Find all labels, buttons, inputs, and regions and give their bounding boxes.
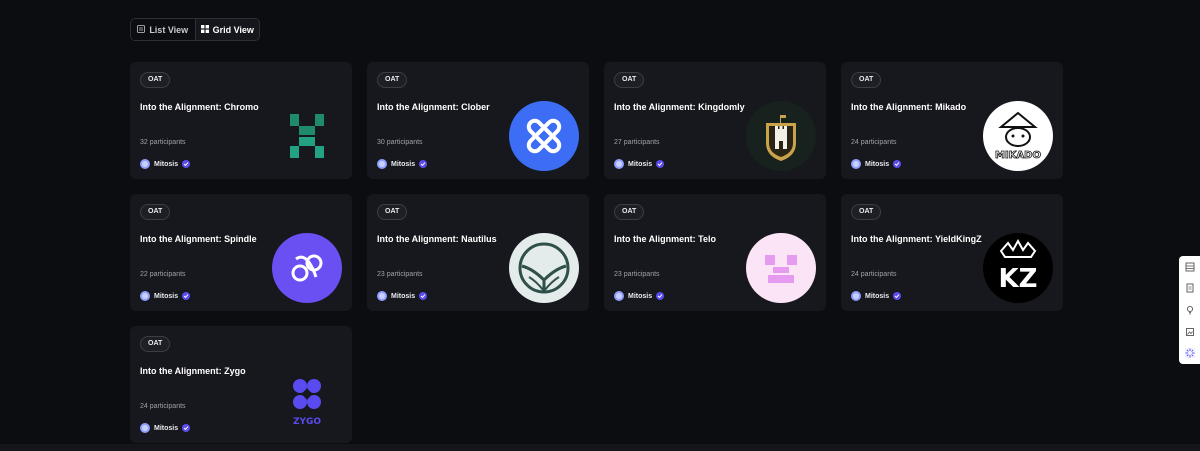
card-title: Into the Alignment: YieldKingZ bbox=[851, 234, 982, 244]
organizer-name: Mitosis bbox=[628, 160, 653, 168]
telo-logo bbox=[746, 233, 816, 303]
oat-badge: OAT bbox=[140, 72, 171, 88]
oat-badge: OAT bbox=[614, 72, 645, 88]
card-title: Into the Alignment: Clober bbox=[377, 102, 490, 112]
svg-text:ZYGO: ZYGO bbox=[293, 417, 321, 427]
image-edit-icon[interactable] bbox=[1185, 327, 1195, 337]
view-toggle: List View Grid View bbox=[130, 18, 260, 41]
side-toolbar bbox=[1179, 256, 1200, 364]
list-icon bbox=[137, 24, 146, 35]
oat-badge: OAT bbox=[851, 72, 882, 88]
participants-count: 23 participants bbox=[377, 271, 423, 278]
grid-view-button[interactable]: Grid View bbox=[194, 19, 259, 40]
organizer-name: Mitosis bbox=[154, 424, 179, 432]
campaign-card[interactable]: OAT Into the Alignment: YieldKingZ 24 pa… bbox=[841, 194, 1063, 311]
participants-count: 24 participants bbox=[140, 403, 186, 410]
mitosis-avatar bbox=[614, 159, 624, 169]
kingdomly-logo bbox=[746, 101, 816, 171]
organizer[interactable]: Mitosis bbox=[377, 291, 428, 301]
campaign-card[interactable]: OAT Into the Alignment: Kingdomly 27 par… bbox=[604, 62, 826, 179]
card-title: Into the Alignment: Spindle bbox=[140, 234, 257, 244]
table-icon[interactable] bbox=[1185, 262, 1195, 272]
yieldkingz-logo: KZ bbox=[983, 233, 1053, 303]
oat-badge: OAT bbox=[377, 204, 408, 220]
organizer-name: Mitosis bbox=[865, 292, 890, 300]
verified-icon bbox=[419, 160, 428, 168]
verified-icon bbox=[182, 160, 191, 168]
organizer[interactable]: Mitosis bbox=[614, 159, 665, 169]
participants-count: 22 participants bbox=[140, 271, 186, 278]
organizer-name: Mitosis bbox=[391, 292, 416, 300]
organizer[interactable]: Mitosis bbox=[851, 291, 902, 301]
verified-icon bbox=[656, 160, 665, 168]
oat-badge: OAT bbox=[140, 204, 171, 220]
card-title: Into the Alignment: Zygo bbox=[140, 366, 246, 376]
organizer-name: Mitosis bbox=[628, 292, 653, 300]
svg-text:MIKADO: MIKADO bbox=[995, 150, 1041, 161]
grid-view-label: Grid View bbox=[212, 24, 254, 35]
participants-count: 23 participants bbox=[614, 271, 660, 278]
card-title: Into the Alignment: Chromo bbox=[140, 102, 259, 112]
organizer[interactable]: Mitosis bbox=[851, 159, 902, 169]
list-view-button[interactable]: List View bbox=[131, 19, 195, 40]
card-title: Into the Alignment: Nautilus bbox=[377, 234, 497, 244]
campaign-card[interactable]: OAT Into the Alignment: Spindle 22 parti… bbox=[130, 194, 352, 311]
document-icon[interactable] bbox=[1185, 283, 1195, 293]
campaign-card[interactable]: OAT Into the Alignment: Chromo 32 partic… bbox=[130, 62, 352, 179]
campaign-card[interactable]: OAT Into the Alignment: Nautilus 23 part… bbox=[367, 194, 589, 311]
mitosis-avatar bbox=[377, 159, 387, 169]
verified-icon bbox=[893, 292, 902, 300]
verified-icon bbox=[893, 160, 902, 168]
organizer-name: Mitosis bbox=[154, 160, 179, 168]
organizer-name: Mitosis bbox=[154, 292, 179, 300]
mitosis-avatar bbox=[851, 159, 861, 169]
sparkle-icon[interactable] bbox=[1184, 348, 1195, 359]
bottom-bar bbox=[0, 444, 1200, 451]
participants-count: 24 participants bbox=[851, 139, 897, 146]
mitosis-avatar bbox=[140, 423, 150, 433]
campaign-card[interactable]: OAT Into the Alignment: Zygo 24 particip… bbox=[130, 326, 352, 443]
oat-badge: OAT bbox=[614, 204, 645, 220]
verified-icon bbox=[656, 292, 665, 300]
mitosis-avatar bbox=[614, 291, 624, 301]
organizer[interactable]: Mitosis bbox=[140, 291, 191, 301]
mitosis-avatar bbox=[377, 291, 387, 301]
grid-icon bbox=[200, 24, 209, 35]
nautilus-logo bbox=[509, 233, 579, 303]
zygo-logo: ZYGO bbox=[272, 365, 342, 435]
card-title: Into the Alignment: Telo bbox=[614, 234, 716, 244]
campaign-card[interactable]: OAT Into the Alignment: Mikado 24 partic… bbox=[841, 62, 1063, 179]
mitosis-avatar bbox=[140, 159, 150, 169]
participants-count: 30 participants bbox=[377, 139, 423, 146]
card-title: Into the Alignment: Kingdomly bbox=[614, 102, 745, 112]
card-title: Into the Alignment: Mikado bbox=[851, 102, 967, 112]
participants-count: 32 participants bbox=[140, 139, 186, 146]
campaign-card[interactable]: OAT Into the Alignment: Clober 30 partic… bbox=[367, 62, 589, 179]
mitosis-avatar bbox=[851, 291, 861, 301]
oat-badge: OAT bbox=[377, 72, 408, 88]
chromo-logo bbox=[272, 101, 342, 171]
oat-badge: OAT bbox=[140, 336, 171, 352]
svg-text:KZ: KZ bbox=[999, 264, 1038, 294]
organizer[interactable]: Mitosis bbox=[614, 291, 665, 301]
campaign-grid: OAT Into the Alignment: Chromo 32 partic… bbox=[130, 62, 1064, 443]
spindle-logo bbox=[272, 233, 342, 303]
organizer[interactable]: Mitosis bbox=[140, 423, 191, 433]
verified-icon bbox=[182, 424, 191, 432]
verified-icon bbox=[419, 292, 428, 300]
mikado-logo: MIKADO bbox=[983, 101, 1053, 171]
clober-logo bbox=[509, 101, 579, 171]
list-view-label: List View bbox=[149, 24, 189, 35]
verified-icon bbox=[182, 292, 191, 300]
oat-badge: OAT bbox=[851, 204, 882, 220]
campaign-card[interactable]: OAT Into the Alignment: Telo 23 particip… bbox=[604, 194, 826, 311]
mitosis-avatar bbox=[140, 291, 150, 301]
participants-count: 24 participants bbox=[851, 271, 897, 278]
organizer[interactable]: Mitosis bbox=[377, 159, 428, 169]
lightbulb-icon[interactable] bbox=[1185, 305, 1195, 315]
organizer-name: Mitosis bbox=[865, 160, 890, 168]
organizer-name: Mitosis bbox=[391, 160, 416, 168]
organizer[interactable]: Mitosis bbox=[140, 159, 191, 169]
participants-count: 27 participants bbox=[614, 139, 660, 146]
